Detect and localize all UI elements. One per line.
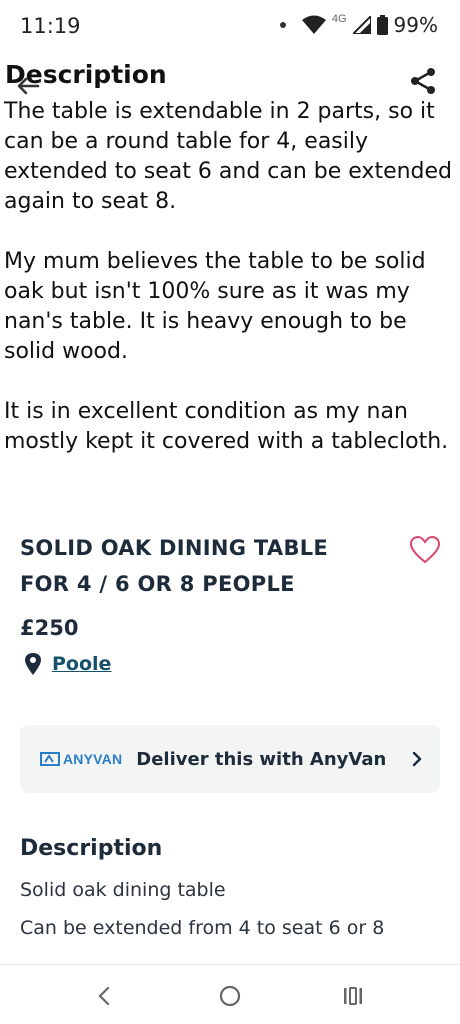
status-time: 11:19 bbox=[20, 14, 81, 38]
battery-icon bbox=[376, 15, 388, 35]
system-nav-bar bbox=[0, 964, 460, 1024]
listing-price: £250 bbox=[20, 616, 79, 640]
wifi-icon bbox=[301, 15, 326, 34]
listing-summary: SOLID OAK DINING TABLE FOR 4 / 6 OR 8 PE… bbox=[20, 530, 440, 676]
description-section: Description Solid oak dining table Can b… bbox=[20, 836, 440, 966]
description-heading: Description bbox=[20, 836, 163, 861]
description-lines: Solid oak dining table Can be extended f… bbox=[20, 871, 440, 947]
description-line: Solid oak dining table bbox=[20, 879, 226, 901]
nav-home-icon[interactable] bbox=[218, 984, 242, 1008]
location-link[interactable]: Poole bbox=[52, 653, 111, 675]
anyvan-mark-icon bbox=[40, 752, 60, 766]
overlay-paragraph: The table is extendable in 2 parts, so i… bbox=[4, 99, 453, 214]
status-indicators: 4G 99% bbox=[279, 13, 438, 37]
battery-percent: 99% bbox=[393, 13, 438, 37]
description-overlay-header: Description bbox=[0, 60, 460, 100]
notification-dot-icon bbox=[279, 22, 286, 28]
nav-back-icon[interactable] bbox=[94, 985, 114, 1007]
overlay-paragraph: It is in excellent condition as my nan m… bbox=[4, 399, 449, 454]
overlay-paragraph: My mum believes the table to be solid oa… bbox=[4, 249, 426, 364]
heart-icon[interactable] bbox=[410, 536, 440, 564]
anyvan-delivery-card[interactable]: ANYVAN Deliver this with AnyVan bbox=[20, 725, 440, 793]
delivery-label: Deliver this with AnyVan bbox=[136, 748, 387, 770]
listing-location: Poole bbox=[20, 652, 440, 676]
overlay-description-text: The table is extendable in 2 parts, so i… bbox=[4, 97, 454, 487]
nav-recents-icon[interactable] bbox=[342, 985, 364, 1007]
chevron-right-icon bbox=[412, 751, 422, 767]
location-pin-icon bbox=[25, 653, 41, 675]
listing-title: SOLID OAK DINING TABLE FOR 4 / 6 OR 8 PE… bbox=[20, 536, 329, 596]
back-arrow-icon[interactable] bbox=[8, 64, 48, 96]
description-line: Can be extended from 4 to seat 6 or 8 bbox=[20, 917, 385, 939]
anyvan-logo: ANYVAN bbox=[40, 751, 122, 767]
share-icon[interactable] bbox=[408, 66, 438, 96]
anyvan-brand: ANYVAN bbox=[63, 751, 123, 767]
signal-icon bbox=[352, 16, 371, 34]
network-type: 4G bbox=[331, 13, 347, 25]
status-bar: 11:19 4G 99% bbox=[0, 0, 460, 52]
